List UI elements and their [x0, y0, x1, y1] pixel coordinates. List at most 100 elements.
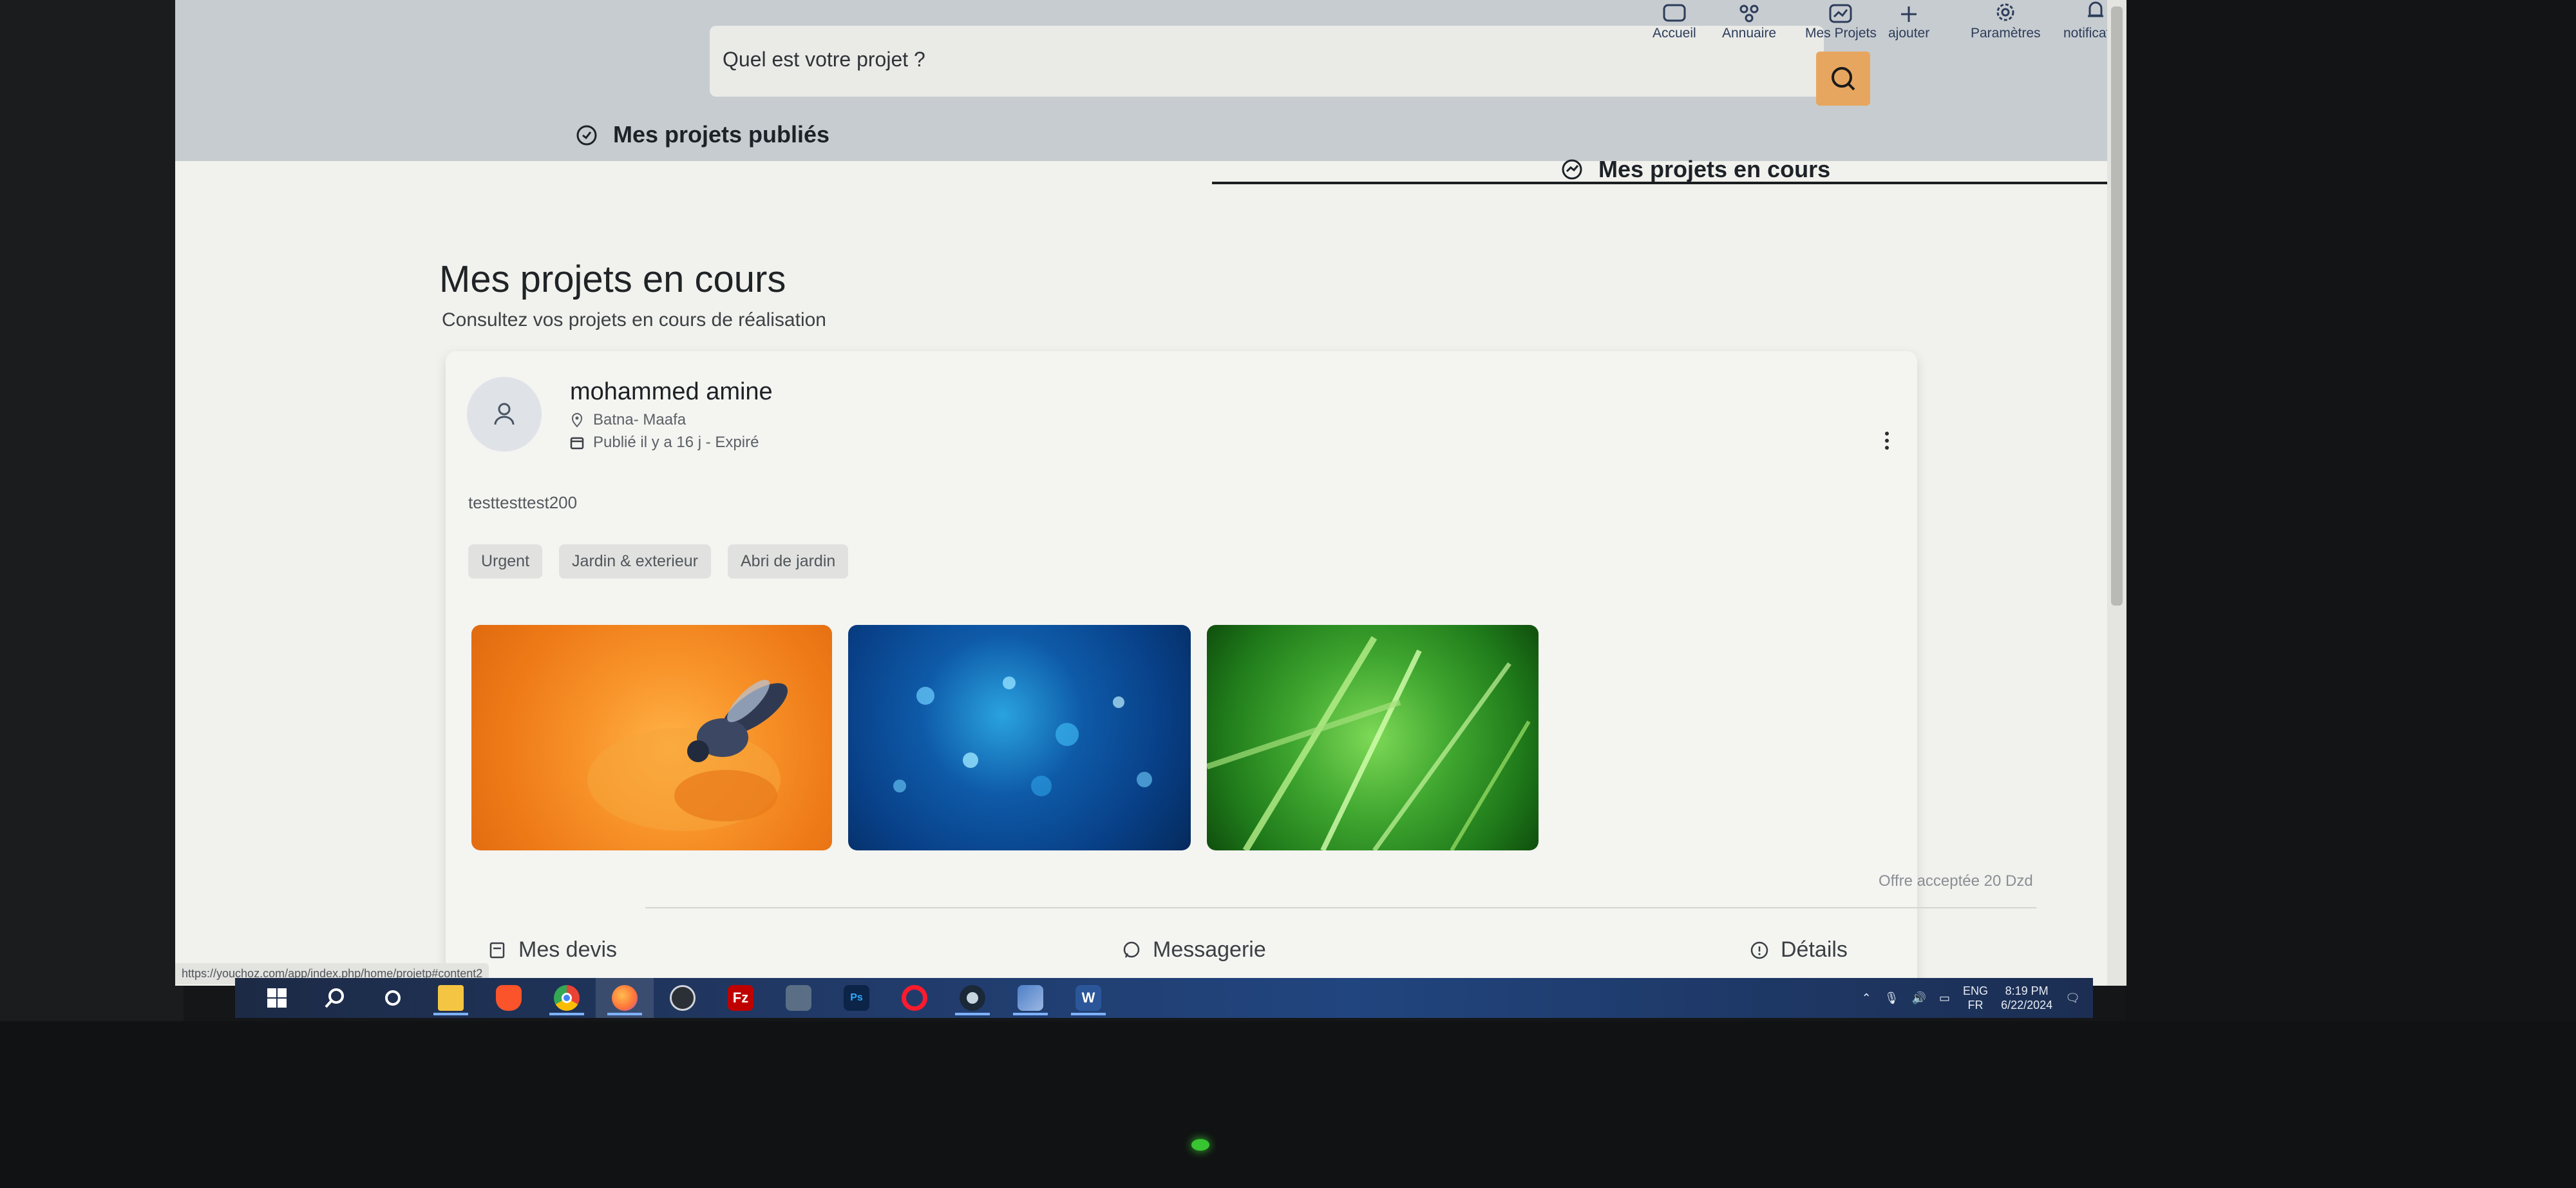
start-icon [267, 988, 287, 1008]
tab-label: Mes projets en cours [1598, 156, 1831, 182]
brave-icon [496, 985, 522, 1011]
photoshop-icon: Ps [844, 985, 869, 1011]
taskbar-word[interactable]: W [1059, 978, 1117, 1018]
offer-status: Offre acceptée 20 Dzd [1879, 872, 2033, 890]
tab-label: Mes projets publiés [613, 121, 830, 148]
document-icon [489, 942, 505, 958]
nav-label: Accueil [1653, 26, 1696, 41]
nav-accueil[interactable]: Accueil [1653, 0, 1696, 41]
nav-annuaire[interactable]: Annuaire [1722, 0, 1776, 41]
clock-time: 8:19 PM [2005, 984, 2049, 997]
nav-ajouter[interactable]: ajouter [1888, 0, 1929, 41]
search-icon [1832, 67, 1855, 91]
language-indicator[interactable]: ENG FR [1963, 984, 1988, 1012]
system-tray: ⌃ 🎙 🔊 ▭ ENG FR 8:19 PM 6/22/2024 🗨 [1862, 978, 2080, 1018]
search-placeholder: Quel est votre projet ? [723, 48, 925, 71]
file-explorer-icon [438, 985, 464, 1011]
chevron-up-icon[interactable]: ⌃ [1862, 992, 1871, 1005]
search-icon [325, 988, 344, 1008]
bell-icon [2083, 0, 2107, 23]
clock-date: 6/22/2024 [2001, 999, 2053, 1011]
home-icon [1662, 0, 1687, 23]
active-tab-underline [1212, 182, 2107, 184]
taskbar-cortana[interactable] [364, 978, 422, 1018]
taskbar-app[interactable] [1001, 978, 1059, 1018]
tab-projets-publies[interactable]: Mes projets publiés [574, 121, 829, 148]
taskbar-file-explorer[interactable] [422, 978, 480, 1018]
card-divider [645, 907, 2036, 908]
background-wall [2125, 0, 2576, 1188]
published-text: Publié il y a 16 j - Expiré [593, 434, 759, 451]
lang-top: ENG [1963, 984, 1989, 997]
clock[interactable]: 8:19 PM 6/22/2024 [2001, 984, 2052, 1012]
tag: Jardin & exterieur [559, 544, 711, 579]
microphone-icon[interactable]: 🎙 [1884, 992, 1899, 1005]
user-icon [494, 403, 515, 425]
nav-mes-projets[interactable]: Mes Projets [1805, 0, 1877, 41]
gear-icon [1993, 0, 2018, 23]
power-led [1191, 1139, 1209, 1151]
location-text: Batna- Maafa [593, 411, 687, 428]
mes-devis-button[interactable]: Mes devis [488, 937, 617, 963]
lang-bottom: FR [1967, 999, 1984, 1011]
project-photo-grass-dew[interactable] [1207, 625, 1539, 850]
chart-icon [1828, 0, 1853, 23]
monitor-bezel-bottom [0, 1021, 2576, 1188]
taskbar-steam[interactable] [943, 978, 1001, 1018]
notifications-icon[interactable]: 🗨 [2065, 992, 2080, 1005]
nav-notification[interactable]: notification [2063, 0, 2107, 41]
plus-icon [1896, 0, 1922, 23]
cortana-icon [385, 990, 401, 1006]
nav-label: Annuaire [1722, 26, 1777, 41]
more-options-icon[interactable] [1885, 432, 1889, 450]
nav-parametres[interactable]: Paramètres [1971, 0, 2041, 41]
taskbar-app[interactable] [770, 978, 828, 1018]
app-icon [670, 985, 696, 1011]
user-name: mohammed amine [570, 378, 773, 405]
taskbar-photoshop[interactable]: Ps [828, 978, 886, 1018]
tag: Urgent [468, 544, 543, 579]
taskbar-chrome[interactable] [538, 978, 596, 1018]
volume-icon[interactable]: 🔊 [1912, 992, 1926, 1005]
chrome-icon [554, 985, 580, 1011]
firefox-icon [612, 985, 638, 1011]
taskbar-brave[interactable] [480, 978, 538, 1018]
nav-label: ajouter [1888, 26, 1930, 41]
project-published: Publié il y a 16 j - Expiré [570, 434, 759, 452]
page-title: Mes projets en cours [439, 258, 786, 300]
nav-label: Mes Projets [1805, 26, 1877, 41]
search-button[interactable] [1816, 52, 1870, 106]
steam-icon [960, 985, 985, 1011]
tab-projets-en-cours[interactable]: Mes projets en cours [1560, 156, 1830, 183]
nav-label: Paramètres [1971, 26, 2041, 41]
action-label: Mes devis [518, 937, 618, 962]
taskbar-opera[interactable] [886, 978, 943, 1018]
taskbar-apps: Fz Ps W [248, 978, 1117, 1018]
project-photo-blue-droplets[interactable] [848, 625, 1191, 850]
avatar [467, 377, 542, 452]
tag: Abri de jardin [727, 544, 849, 579]
project-location: Batna- Maafa [570, 411, 686, 429]
project-description: testtesttest200 [468, 493, 578, 512]
opera-icon [902, 985, 927, 1011]
scrollbar-thumb[interactable] [2111, 6, 2123, 606]
progress-icon [1562, 159, 1582, 180]
tag-list: Urgent Jardin & exterieur Abri de jardin [468, 544, 849, 579]
info-icon [1750, 941, 1768, 959]
filezilla-icon: Fz [728, 985, 753, 1011]
taskbar-firefox[interactable] [596, 978, 654, 1018]
taskbar-app[interactable] [654, 978, 712, 1018]
messagerie-button[interactable]: Messagerie [1122, 937, 1266, 963]
network-icon [1736, 0, 1762, 23]
windows-taskbar: Fz Ps W ⌃ 🎙 🔊 ▭ ENG FR 8:19 PM 6/22/2024… [235, 978, 2093, 1018]
project-photo-bee-on-flower[interactable] [471, 625, 832, 850]
network-icon[interactable]: ▭ [1939, 992, 1950, 1005]
scrollbar[interactable] [2107, 0, 2126, 986]
page-subtitle: Consultez vos projets en cours de réalis… [442, 309, 826, 331]
monitor-bezel [0, 0, 184, 1188]
taskbar-search[interactable] [306, 978, 364, 1018]
taskbar-filezilla[interactable]: Fz [712, 978, 770, 1018]
calendar-icon [570, 437, 584, 450]
details-button[interactable]: Détails [1750, 937, 1848, 963]
start-button[interactable] [248, 978, 306, 1018]
